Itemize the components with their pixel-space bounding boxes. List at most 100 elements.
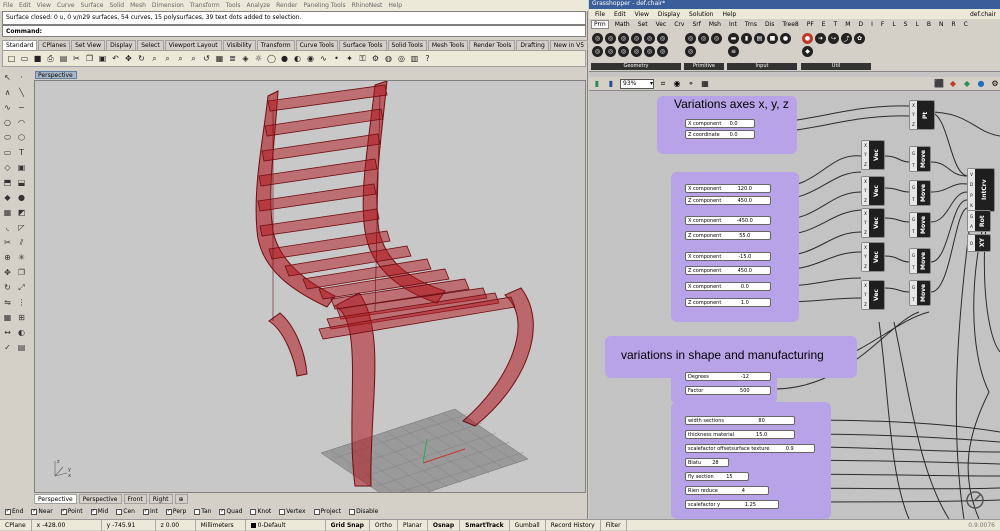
toggle-filter[interactable]: Filter (601, 519, 627, 531)
cut-icon[interactable]: ✂ (71, 53, 82, 64)
rectangle-icon[interactable]: ▭ (1, 146, 14, 159)
viewport-tab[interactable]: Perspective (78, 494, 122, 504)
osnap-checkbox[interactable]: ✓ (90, 508, 97, 515)
solid-icon[interactable]: ◆ (1, 191, 14, 204)
list-icon[interactable]: ≡ (728, 46, 739, 57)
pan-icon[interactable]: ✥ (123, 53, 134, 64)
toolbar-tab[interactable]: Surface Tools (338, 40, 387, 50)
gh-tab[interactable]: Dis (763, 21, 776, 28)
toolbar-tab[interactable]: Mesh Tools (427, 40, 469, 50)
properties-icon[interactable]: ▥ (409, 53, 420, 64)
vec-component[interactable]: X Y Z Vec (861, 242, 885, 272)
osnap-int[interactable]: ✓ Int (142, 508, 158, 515)
slider-fly-section[interactable]: fly section 15 (685, 472, 749, 481)
gh-param-icon[interactable]: ◎ (657, 46, 668, 57)
preview-eye-icon[interactable]: ◉ (672, 79, 682, 89)
menu-item-render[interactable]: Render (276, 2, 297, 9)
osnap-mid[interactable]: ✓ Mid (90, 508, 108, 515)
gh-menu-solution[interactable]: Solution (689, 11, 713, 18)
point-tool-icon[interactable]: · (15, 71, 28, 84)
button-icon[interactable]: ● (780, 33, 791, 44)
gh-param-icon[interactable]: ◎ (631, 33, 642, 44)
osnap-checkbox[interactable] (250, 508, 257, 515)
menu-item-transform[interactable]: Transform (190, 2, 220, 9)
osnap-checkbox[interactable] (279, 508, 286, 515)
line-icon[interactable]: ╲ (15, 86, 28, 99)
open-file-icon[interactable]: ▭ (19, 53, 30, 64)
osnap-disable[interactable]: Disable (349, 508, 378, 515)
menu-item-file[interactable]: File (3, 2, 13, 9)
menu-item-tools[interactable]: Tools (226, 2, 241, 9)
slider-x-component[interactable]: X component -450.0 (685, 216, 771, 225)
rotate-icon[interactable]: ↻ (1, 281, 14, 294)
viewport-tab[interactable]: Perspective (34, 494, 77, 504)
gear-icon[interactable]: ⚙ (370, 53, 381, 64)
slider-degrees[interactable]: Degrees -12 (685, 372, 771, 381)
curve-tool-icon[interactable]: ∿ (1, 101, 14, 114)
zoom-selected-icon[interactable]: ⌕ (188, 53, 199, 64)
extrude-icon[interactable]: ⬒ (1, 176, 14, 189)
toolbar-tab[interactable]: Visibility (222, 40, 256, 50)
path-icon[interactable]: ⤴ (841, 33, 852, 44)
slider-z-component[interactable]: Z component 450.0 (685, 266, 771, 275)
menu-item-edit[interactable]: Edit (19, 2, 31, 9)
gh-tab[interactable]: M (843, 21, 852, 28)
osnap-vertex[interactable]: Vertex (279, 508, 306, 515)
menu-item-paneling-tools[interactable]: Paneling Tools (303, 2, 345, 9)
text-icon[interactable]: T (15, 146, 28, 159)
toolbar-tab[interactable]: Display (106, 40, 137, 50)
slider-z-component[interactable]: Z component 55.0 (685, 231, 771, 240)
gh-tab[interactable]: PF (805, 21, 816, 28)
gh-param-icon[interactable]: ◎ (698, 33, 709, 44)
sphere-preview-icon[interactable]: ◆ (962, 79, 972, 89)
gh-param-icon[interactable]: ◎ (657, 33, 668, 44)
check-icon[interactable]: ✓ (1, 341, 14, 354)
gh-param-icon[interactable]: ◎ (644, 33, 655, 44)
toolbar-tab[interactable]: CPlanes (38, 40, 71, 50)
perspective-viewport[interactable]: z y x (34, 80, 586, 493)
toggle-grid-snap[interactable]: Grid Snap (326, 519, 370, 531)
gh-tab[interactable]: I (869, 21, 875, 28)
menu-item-view[interactable]: View (37, 2, 51, 9)
slider-icon[interactable]: ▬ (728, 33, 739, 44)
light-icon[interactable]: ☼ (253, 53, 264, 64)
render-icon[interactable]: ◉ (305, 53, 316, 64)
toggle-ortho[interactable]: Ortho (370, 519, 398, 531)
rendered-icon[interactable]: ◐ (292, 53, 303, 64)
gh-tab[interactable]: Vec (654, 21, 669, 28)
slider-x-component[interactable]: X component -15.0 (685, 252, 771, 261)
gh-param-icon[interactable]: ◎ (605, 33, 616, 44)
toolbar-tab[interactable]: Set View (71, 40, 106, 50)
arc-icon[interactable]: ◠ (15, 116, 28, 129)
toggle-osnap[interactable]: Osnap (428, 519, 461, 531)
object-properties-icon[interactable]: ◈ (240, 53, 251, 64)
gh-tab[interactable]: B (925, 21, 933, 28)
gh-tab[interactable]: E (820, 21, 828, 28)
four-views-icon[interactable]: ▦ (214, 53, 225, 64)
slider-z-coordinate[interactable]: Z coordinate 0.0 (685, 130, 755, 139)
trim-icon[interactable]: ✂ (1, 236, 14, 249)
explode-icon[interactable]: ✳ (15, 251, 28, 264)
layout-icon[interactable]: ▤ (15, 341, 28, 354)
gh-param-icon[interactable]: ◎ (685, 46, 696, 57)
move-icon[interactable]: ✥ (1, 266, 14, 279)
paste-icon[interactable]: ▣ (97, 53, 108, 64)
osnap-checkbox[interactable]: ✓ (5, 508, 11, 515)
add-viewport-tab-icon[interactable]: ⊕ (174, 494, 188, 504)
gh-tab[interactable]: Set (636, 21, 650, 28)
osnap-checkbox[interactable]: ✓ (60, 508, 67, 515)
osnap-tan[interactable]: Tan (194, 508, 211, 515)
menu-item-rhinonest[interactable]: RhinoNest (352, 2, 383, 9)
toolbar-tab[interactable]: Render Tools (469, 40, 516, 50)
osnap-checkbox[interactable] (116, 508, 123, 515)
osnap-quad[interactable]: ✓ Quad (219, 508, 242, 515)
gh-tab[interactable]: S (902, 21, 910, 28)
move-component[interactable]: G T Move (909, 280, 931, 306)
open-icon[interactable]: ▮ (592, 79, 602, 89)
zoom-extents-icon[interactable]: ⌕ (175, 53, 186, 64)
loft-icon[interactable]: ⬓ (15, 176, 28, 189)
slider-x-component[interactable]: X component 120.0 (685, 184, 771, 193)
gh-canvas[interactable]: Variations axes x, y, z X component 0.0 Z… (589, 92, 1000, 519)
viewport-tab[interactable]: Front (123, 494, 147, 504)
sphere-tool-icon[interactable]: ● (15, 191, 28, 204)
